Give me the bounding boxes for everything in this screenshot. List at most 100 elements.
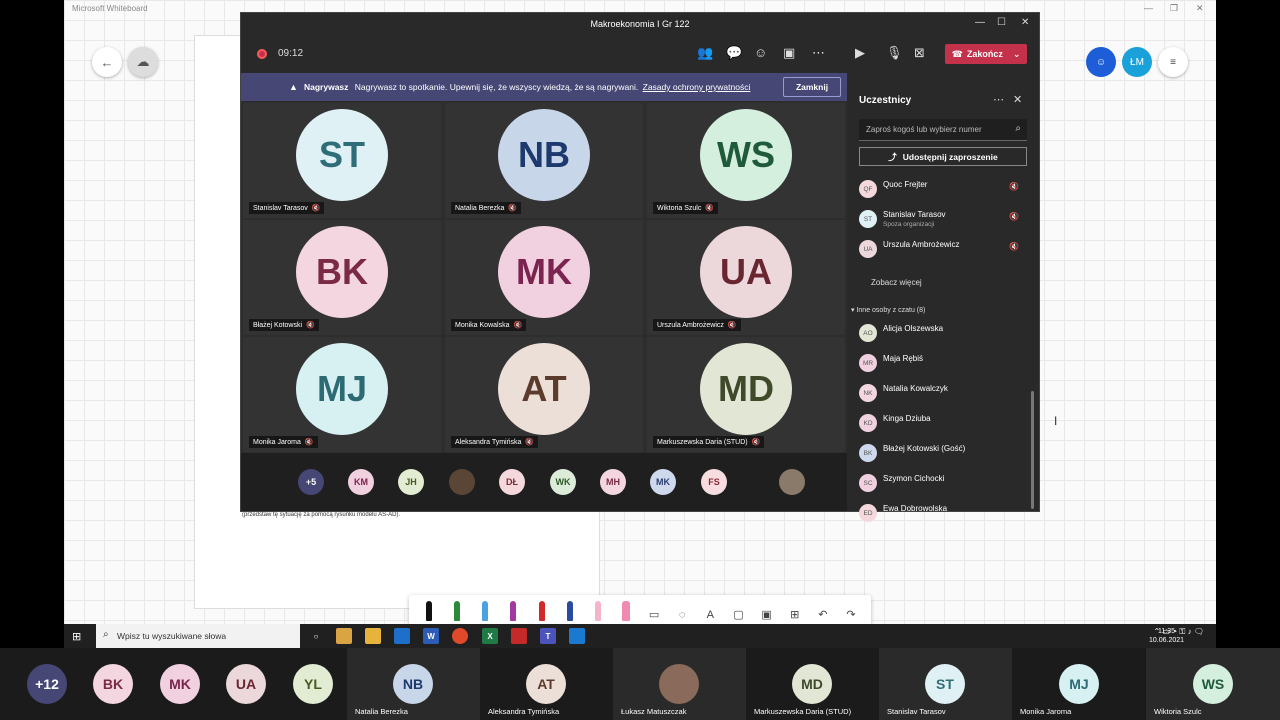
camera-off-icon[interactable]: ▶ [855,45,865,61]
sync-button[interactable]: ☁ [128,47,158,77]
acrobat-icon[interactable] [511,628,527,644]
store-icon[interactable] [336,628,352,644]
list-item[interactable]: ED Ewa Dobrowolska [859,501,1029,523]
list-item[interactable]: MR Maja Rębiś [859,351,1029,373]
mail-icon[interactable] [394,628,410,644]
avatar[interactable]: BK [93,664,133,704]
more-participants-badge[interactable]: +12 [27,664,67,704]
stop-share-icon[interactable]: ⊠ [914,45,925,61]
minimize-icon[interactable]: — [975,17,985,28]
chat-icon[interactable]: 💬 [726,45,742,61]
pen-green-tool[interactable] [450,599,464,621]
gallery-tile[interactable]: MJ Monika Jaroma [1012,648,1146,720]
pen-black-tool[interactable] [422,599,436,621]
avatar[interactable]: KM [348,469,374,495]
maximize-icon[interactable]: ❐ [1170,3,1178,14]
add-icon[interactable]: ⊞ [788,599,802,621]
avatar-photo[interactable] [449,469,475,495]
file-explorer-icon[interactable] [365,628,381,644]
menu-button[interactable]: ≡ [1158,47,1188,77]
avatar[interactable]: MK [650,469,676,495]
participant-tile[interactable]: BK Błażej Kotowski 🔇 [243,220,441,335]
see-more-link[interactable]: Zobacz więcej [871,278,922,287]
avatar[interactable]: JH [398,469,424,495]
excel-icon[interactable]: X [482,628,498,644]
avatar[interactable]: WK [550,469,576,495]
redo-icon[interactable]: ↷ [844,599,858,621]
list-item[interactable]: AO Alicja Olszewska [859,321,1029,343]
teams-icon[interactable]: T [540,628,556,644]
undo-icon[interactable]: ↶ [816,599,830,621]
participant-tile[interactable]: MJ Monika Jaroma 🔇 [243,337,441,452]
participant-tile[interactable]: AT Aleksandra Tymińska 🔇 [445,337,643,452]
task-view-icon[interactable]: ○ [308,628,324,644]
word-icon[interactable]: W [423,628,439,644]
avatar[interactable]: YL [293,664,333,704]
close-banner-button[interactable]: Zamknij [783,77,841,97]
participant-tile[interactable]: NB Natalia Berezka 🔇 [445,103,643,218]
list-item[interactable]: SC Szymon Cichocki [859,471,1029,493]
list-item[interactable]: KD Kinga Dziuba [859,411,1029,433]
panel-scrollbar[interactable] [1031,391,1034,509]
gallery-tile[interactable]: Łukasz Matuszczak [613,648,746,720]
reactions-icon[interactable]: ☺ [754,45,767,60]
note-icon[interactable]: ▢ [731,599,745,621]
participant-tile[interactable]: UA Urszula Ambrożewicz 🔇 [647,220,845,335]
list-item[interactable]: NK Natalia Kowalczyk [859,381,1029,403]
gallery-tile[interactable]: ST Stanislav Tarasov [879,648,1012,720]
chrome-icon[interactable] [452,628,468,644]
minimize-icon[interactable]: — [1144,3,1153,13]
back-button[interactable]: ← [92,47,122,77]
highlighter-tool[interactable] [591,599,605,621]
participant-row[interactable]: QF Quoc Frejter 🔇 [859,177,1029,199]
avatar[interactable]: MK [160,664,200,704]
more-actions-icon[interactable]: ⋯ [812,45,825,61]
other-chat-members-heading[interactable]: ▾ Inne osoby z czatu (8) [851,306,925,314]
taskbar-search-input[interactable]: ⌕ Wpisz tu wyszukiwane słowa [96,624,300,648]
pen-blue-tool[interactable] [478,599,492,621]
mic-icon[interactable]: 🎙 [886,45,903,61]
pen-purple-tool[interactable] [506,599,520,621]
participant-tile[interactable]: WS Wiktoria Szulc 🔇 [647,103,845,218]
close-icon[interactable]: ✕ [1013,93,1022,106]
invite-search-input[interactable]: Zaproś kogoś lub wybierz numer ⌕ [859,119,1027,141]
whiteboard-icon[interactable] [569,628,585,644]
maximize-icon[interactable]: ☐ [997,17,1006,28]
image-icon[interactable]: ▣ [760,599,774,621]
close-icon[interactable]: ✕ [1196,3,1204,14]
ruler-icon[interactable]: ▭ [647,599,661,621]
text-icon[interactable]: A [703,599,717,621]
pen-navy-tool[interactable] [563,599,577,621]
gallery-tile[interactable]: WS Wiktoria Szulc [1146,648,1280,720]
chevron-down-icon[interactable]: ⌄ [1013,49,1021,60]
privacy-policy-link[interactable]: Zasady ochrony prywatności [643,82,751,92]
avatar[interactable]: MH [600,469,626,495]
share-invite-button[interactable]: ⤴ Udostępnij zaproszenie [859,147,1027,166]
self-avatar-photo[interactable] [779,469,805,495]
list-item[interactable]: BK Błażej Kotowski (Gość) [859,441,1029,463]
participant-row[interactable]: ST Stanislav Tarasov Spoza organizacji 🔇 [859,207,1029,229]
windows-start-icon[interactable]: ⊞ [72,630,81,643]
participant-tile[interactable]: MD Markuszewska Daria (STUD) 🔇 [647,337,845,452]
gallery-tile[interactable]: NB Natalia Berezka [347,648,480,720]
eraser-tool[interactable] [619,599,633,621]
clock[interactable]: 11:35 10.06.2021 [1149,627,1184,645]
user-avatar-lm[interactable]: ŁM [1122,47,1152,77]
participant-tile[interactable]: MK Monika Kowalska 🔇 [445,220,643,335]
gallery-tile[interactable]: AT Aleksandra Tymińska [480,648,613,720]
close-icon[interactable]: ✕ [1021,17,1029,28]
end-call-button[interactable]: ☎ Zakończ ⌄ [945,44,1027,64]
avatar[interactable]: UA [226,664,266,704]
avatar[interactable]: FS [701,469,727,495]
participant-row[interactable]: UA Urszula Ambrożewicz 🔇 [859,237,1029,259]
avatar[interactable]: DŁ [499,469,525,495]
more-participants-badge[interactable]: +5 [298,469,324,495]
gallery-tile[interactable]: MD Markuszewska Daria (STUD) [746,648,879,720]
participant-tile[interactable]: ST Stanislav Tarasov 🔇 [243,103,441,218]
rooms-icon[interactable]: ▣ [783,45,795,61]
more-options-icon[interactable]: ⋯ [993,93,1004,106]
account-avatar[interactable]: ☺ [1086,47,1116,77]
pen-red-tool[interactable] [535,599,549,621]
lasso-icon[interactable]: ◌ [675,599,689,621]
participants-icon[interactable]: 👥 [697,45,713,61]
